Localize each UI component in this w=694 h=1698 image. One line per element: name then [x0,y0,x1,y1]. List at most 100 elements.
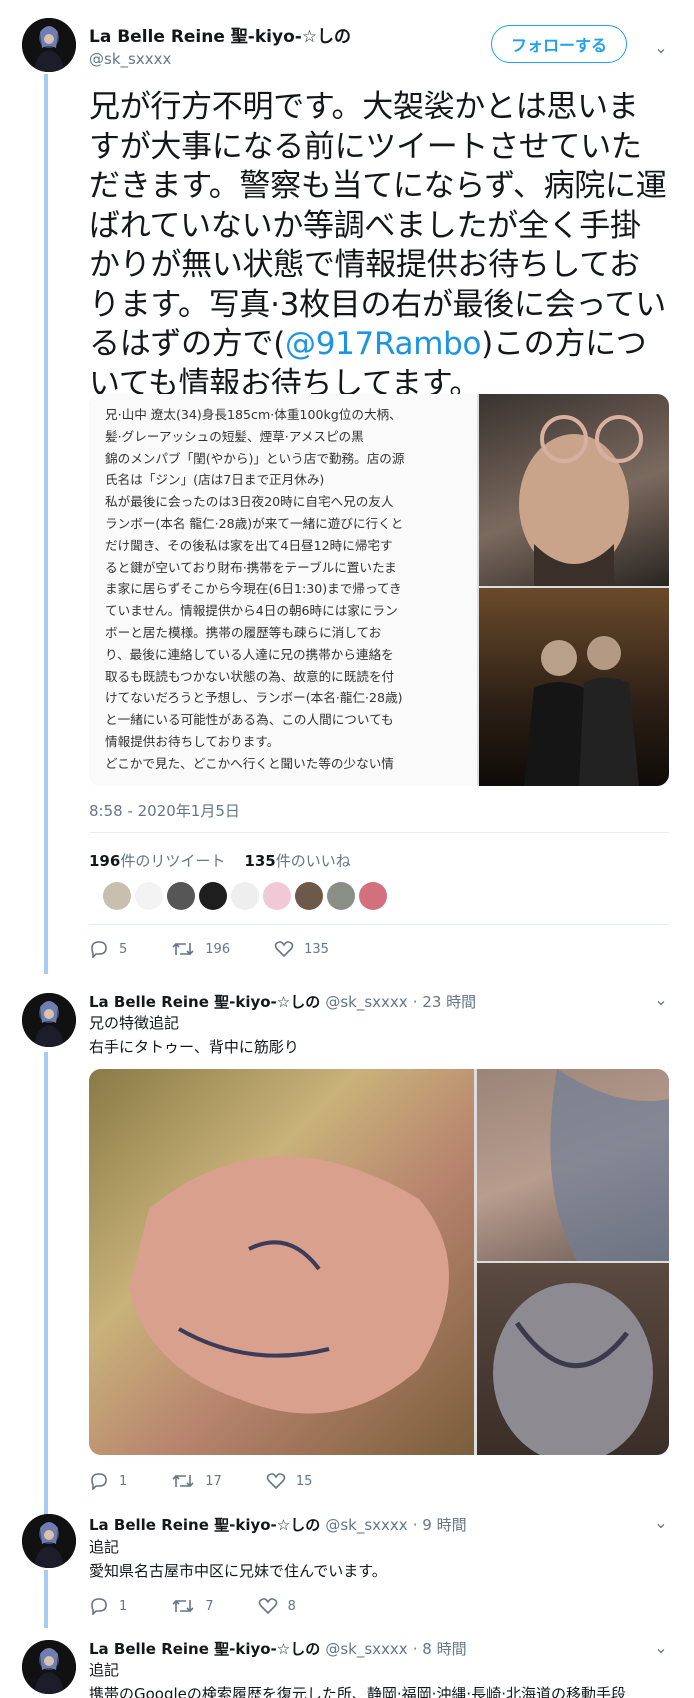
avatar[interactable] [22,1640,76,1694]
retweet-icon [172,1474,194,1488]
tweet-line: 右手にタトゥー、背中に筋彫り [89,1038,299,1056]
tweet-text: 追記 愛知県名古屋市中区に兄妹で住んでいます。 [89,1535,387,1583]
liker-avatars [103,882,387,912]
retweet-icon [172,1599,194,1613]
display-name[interactable]: La Belle Reine 聖-kiyo-☆しの [89,1516,320,1534]
tweet-time[interactable]: · 8 時間 [413,1640,467,1658]
reply-icon [91,1473,107,1490]
tweet-media[interactable]: 兄·山中 遼太(34)身長185cm·体重100kg位の大柄、 髪·グレーアッシュ… [89,394,669,786]
tweet-text: 兄が行方不明です。大袈裟かとは思いますが大事になる前にツイートさせていただきます… [89,88,669,404]
timestamp[interactable]: 8:58 - 2020年1月5日 [89,800,240,821]
tweet-line: 追記 [89,1538,120,1556]
tweet-line: 追記 [89,1661,120,1679]
retweet-count: 196 [205,941,231,957]
tweet-line: 兄の特徴追記 [89,1014,180,1032]
photo-hand-tattoo[interactable] [89,1069,474,1455]
thread-line [44,74,48,974]
avatar[interactable] [22,1514,76,1568]
tweet-media[interactable] [89,1069,669,1455]
liker-avatar[interactable] [167,882,195,910]
liker-avatar[interactable] [231,882,259,910]
tweet-header: La Belle Reine 聖-kiyo-☆しの @sk_sxxxx · 9 … [89,1514,467,1535]
note-line: ていません。情報提供から4日の朝6時には家にラン [105,603,398,619]
liker-avatar[interactable] [327,882,355,910]
heart-icon [258,1598,277,1615]
tweet-time[interactable]: · 23 時間 [413,993,476,1011]
note-line: 取るも既読もつかない状態の為、故意的に既読を付 [105,668,395,684]
note-line: と一緒にいる可能性がある為、この人間についても [105,712,394,728]
chevron-down-icon[interactable]: ⌄ [653,1640,669,1656]
retweet-button[interactable]: 17 [171,1472,222,1490]
note-line: どこかで見た、どこかへ行くと聞いた等の少ない情 [105,755,394,771]
tweet-actions: 1 7 8 [89,1597,340,1615]
tweet-header: La Belle Reine 聖-kiyo-☆しの @sk_sxxxx · 8 … [89,1638,467,1659]
like-count[interactable]: 135 [244,852,275,870]
tweet-text-part: 兄が行方不明です。大袈裟かとは思いますが大事になる前にツイートさせていただきます… [89,89,667,362]
tweet-header: La Belle Reine 聖-kiyo-☆しの @sk_sxxxx · 23… [89,991,476,1012]
handle[interactable]: @sk_sxxxx [325,993,407,1011]
reply-button[interactable]: 1 [89,1597,127,1615]
chevron-down-icon[interactable]: ⌄ [653,40,669,56]
retweet-count[interactable]: 196 [89,852,120,870]
note-line: ランボー(本名 龍仁·28歳)が来て一緒に遊びに行くと [105,515,404,531]
note-line: けてないだろうと予想し、ランボー(本名·龍仁·28歳) [105,690,403,706]
reply-count: 5 [119,941,128,957]
tweet-text: 追記 携帯のGoogleの検索履歴を復元した所、静岡·福岡·沖縄·長崎·北海道の… [89,1658,689,1698]
heart-icon [266,1473,286,1490]
reply-button[interactable]: 1 [89,1472,127,1490]
note-line: 情報提供お待ちしております。 [105,733,280,749]
photo-portrait[interactable] [479,394,669,586]
note-line: だけ聞き、その後私は家を出て4日昼12時に帰宅す [105,537,393,553]
reply-icon [91,1598,107,1615]
liker-avatar[interactable] [103,882,131,910]
like-button[interactable]: 135 [274,940,329,958]
media-note-image[interactable]: 兄·山中 遼太(34)身長185cm·体重100kg位の大柄、 髪·グレーアッシュ… [89,394,477,786]
avatar[interactable] [22,993,76,1047]
like-count: 15 [295,1473,313,1489]
retweet-count: 7 [205,1598,214,1614]
note-line: ボーと居た模様。携帯の履歴等も疎らに消してお [105,624,382,640]
photo-two-men[interactable] [479,588,669,786]
like-count: 8 [287,1598,296,1614]
reply-button[interactable]: 5 [89,940,127,958]
like-button[interactable]: 8 [258,1597,296,1615]
chevron-down-icon[interactable]: ⌄ [653,1515,669,1531]
note-line: 私が最後に会ったのは3日夜20時に自宅へ兄の友人 [105,494,394,510]
follow-button[interactable]: フォローする [491,25,627,63]
liker-avatar[interactable] [199,882,227,910]
retweet-count: 17 [205,1473,222,1489]
display-name[interactable]: La Belle Reine 聖-kiyo-☆しの [89,993,320,1011]
note-line: ると鍵が空いており財布·携帯をテーブルに置いたま [105,559,397,575]
reply-icon [91,941,107,958]
divider [89,924,669,925]
photo-back-tattoo[interactable] [477,1263,669,1455]
chevron-down-icon[interactable]: ⌄ [653,992,669,1008]
liker-avatar[interactable] [263,882,291,910]
retweet-label[interactable]: 件のリツイート [120,852,225,870]
mention-link[interactable]: @917Rambo [285,326,481,362]
divider [89,832,669,833]
avatar[interactable] [22,18,76,72]
thread-line [44,1052,48,1520]
note-line: 錦のメンパブ「閨(やから)」という店で勤務。店の源 [105,450,405,466]
handle[interactable]: @sk_sxxxx [325,1640,407,1658]
liker-avatar[interactable] [135,882,163,910]
tweet-time[interactable]: · 9 時間 [413,1516,467,1534]
handle[interactable]: @sk_sxxxx [325,1516,407,1534]
liker-avatar[interactable] [295,882,323,910]
handle[interactable]: @sk_sxxxx [89,50,171,68]
reply-count: 1 [119,1473,128,1489]
like-label[interactable]: 件のいいね [276,852,351,870]
retweet-button[interactable]: 196 [171,940,230,958]
retweet-icon [172,942,194,956]
liker-avatar[interactable] [359,882,387,910]
engagement-stats[interactable]: 196件のリツイート 135件のいいね [89,850,351,871]
like-button[interactable]: 15 [266,1472,313,1490]
tweet-text: 兄の特徴追記 右手にタトゥー、背中に筋彫り [89,1011,299,1059]
retweet-button[interactable]: 7 [171,1597,214,1615]
note-line: 兄·山中 遼太(34)身長185cm·体重100kg位の大柄、 [105,407,402,422]
photo-shoulder-tattoo[interactable] [477,1069,669,1261]
display-name[interactable]: La Belle Reine 聖-kiyo-☆しの [89,1640,320,1658]
display-name[interactable]: La Belle Reine 聖-kiyo-☆しの [89,22,351,47]
note-line: 髪·グレーアッシュの短髪、煙草·アメスピの黒 [105,428,364,444]
